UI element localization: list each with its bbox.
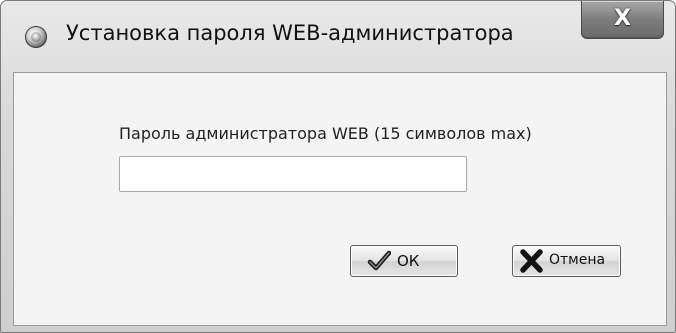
checkmark-icon (367, 249, 392, 273)
cross-icon (519, 249, 543, 273)
dialog-window: Установка пароля WEB-администратора X Па… (0, 0, 676, 333)
cancel-button-label: Отмена (549, 252, 606, 268)
disc-icon (25, 26, 47, 48)
ok-button[interactable]: ОК (350, 245, 458, 277)
password-label: Пароль администратора WEB (15 символов m… (119, 124, 532, 143)
close-icon: X (614, 6, 631, 31)
dialog-body: Пароль администратора WEB (15 символов m… (13, 72, 667, 326)
password-input[interactable] (119, 156, 467, 192)
ok-button-label: ОК (397, 252, 420, 270)
cancel-button[interactable]: Отмена (512, 245, 621, 277)
close-button[interactable]: X (581, 1, 664, 39)
title-bar[interactable]: Установка пароля WEB-администратора X (1, 1, 675, 71)
window-title: Установка пароля WEB-администратора (66, 21, 514, 45)
